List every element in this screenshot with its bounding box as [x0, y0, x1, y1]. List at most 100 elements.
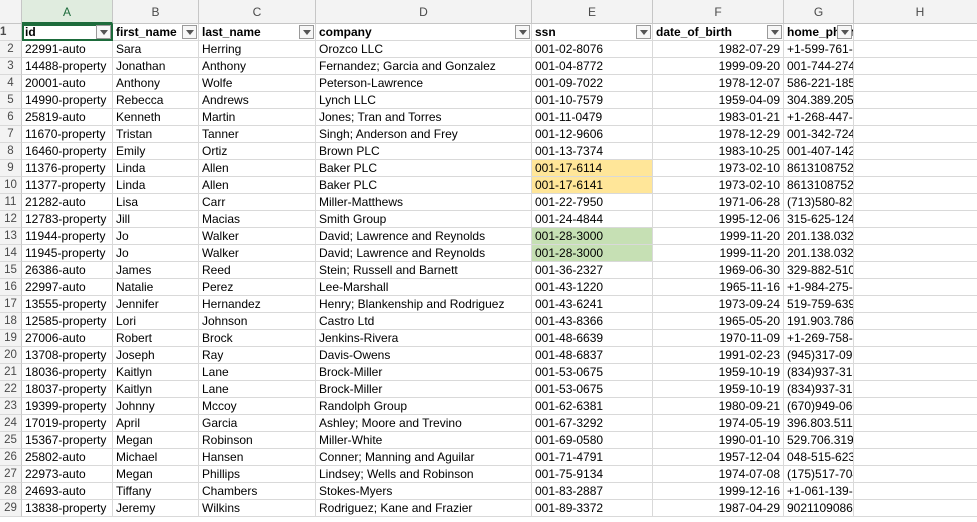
cell[interactable]: Mccoy: [199, 398, 316, 415]
cell[interactable]: [854, 92, 977, 109]
cell[interactable]: 11670-property: [22, 126, 113, 143]
row-number[interactable]: 25: [0, 432, 22, 449]
cell[interactable]: [854, 211, 977, 228]
cell[interactable]: [854, 381, 977, 398]
cell[interactable]: Ortiz: [199, 143, 316, 160]
cell[interactable]: Jeremy: [113, 500, 199, 517]
cell[interactable]: 001-53-0675: [532, 381, 653, 398]
cell[interactable]: 1980-09-21: [653, 398, 784, 415]
cell[interactable]: 396.803.5117x9786: [784, 415, 854, 432]
cell[interactable]: 1999-12-16: [653, 483, 784, 500]
cell[interactable]: 1978-12-29: [653, 126, 784, 143]
cell[interactable]: Davis-Owens: [316, 347, 532, 364]
cell[interactable]: Linda: [113, 160, 199, 177]
cell[interactable]: Ray: [199, 347, 316, 364]
cell[interactable]: 25802-auto: [22, 449, 113, 466]
cell[interactable]: 001-10-7579: [532, 92, 653, 109]
column-header-g[interactable]: G: [784, 0, 854, 24]
cell[interactable]: Wolfe: [199, 75, 316, 92]
cell[interactable]: [854, 398, 977, 415]
cell[interactable]: 26386-auto: [22, 262, 113, 279]
cell[interactable]: 15367-property: [22, 432, 113, 449]
cell[interactable]: 001-13-7374: [532, 143, 653, 160]
cell[interactable]: 001-43-8366: [532, 313, 653, 330]
cell[interactable]: [854, 483, 977, 500]
row-number[interactable]: 1: [0, 24, 22, 41]
cell[interactable]: [854, 347, 977, 364]
cell[interactable]: 315-625-1243x265: [784, 211, 854, 228]
cell[interactable]: 1957-12-04: [653, 449, 784, 466]
cell[interactable]: 14488-property: [22, 58, 113, 75]
row-number[interactable]: 17: [0, 296, 22, 313]
cell[interactable]: [854, 466, 977, 483]
select-all-corner[interactable]: [0, 0, 22, 24]
cell[interactable]: 11945-property: [22, 245, 113, 262]
cell[interactable]: [854, 296, 977, 313]
cell[interactable]: 001-17-6141: [532, 177, 653, 194]
cell[interactable]: 001-24-4844: [532, 211, 653, 228]
row-number[interactable]: 3: [0, 58, 22, 75]
row-number[interactable]: 10: [0, 177, 22, 194]
cell[interactable]: +1-984-275-0772x42737: [784, 279, 854, 296]
row-number[interactable]: 15: [0, 262, 22, 279]
filter-dropdown-icon[interactable]: [182, 25, 197, 39]
cell[interactable]: Ashley; Moore and Trevino: [316, 415, 532, 432]
cell[interactable]: 19399-property: [22, 398, 113, 415]
cell[interactable]: April: [113, 415, 199, 432]
cell[interactable]: Miller-Matthews: [316, 194, 532, 211]
cell[interactable]: 1959-10-19: [653, 364, 784, 381]
cell[interactable]: +1-599-761-8350x5433: [784, 41, 854, 58]
header-cell-company[interactable]: company: [316, 24, 532, 41]
cell[interactable]: [854, 126, 977, 143]
cell[interactable]: Conner; Manning and Aguilar: [316, 449, 532, 466]
cell[interactable]: 1987-04-29: [653, 500, 784, 517]
cell[interactable]: 304.389.2056x4872: [784, 92, 854, 109]
cell[interactable]: 586-221-1850: [784, 75, 854, 92]
cell[interactable]: David; Lawrence and Reynolds: [316, 245, 532, 262]
row-number[interactable]: 2: [0, 41, 22, 58]
cell[interactable]: 001-69-0580: [532, 432, 653, 449]
cell[interactable]: 519-759-6396x0779: [784, 296, 854, 313]
cell[interactable]: 001-407-142-5621x77743: [784, 143, 854, 160]
cell[interactable]: 1999-11-20: [653, 245, 784, 262]
cell[interactable]: Lynch LLC: [316, 92, 532, 109]
cell[interactable]: Garcia: [199, 415, 316, 432]
cell[interactable]: Jo: [113, 228, 199, 245]
cell[interactable]: Rodriguez; Kane and Frazier: [316, 500, 532, 517]
cell[interactable]: [854, 313, 977, 330]
cell[interactable]: 001-02-8076: [532, 41, 653, 58]
cell[interactable]: Brock: [199, 330, 316, 347]
header-cell-id[interactable]: id: [22, 24, 113, 41]
cell[interactable]: 1965-05-20: [653, 313, 784, 330]
cell[interactable]: [854, 160, 977, 177]
row-number[interactable]: 21: [0, 364, 22, 381]
cell[interactable]: 001-83-2887: [532, 483, 653, 500]
cell[interactable]: Jennifer: [113, 296, 199, 313]
cell[interactable]: (945)317-0978: [784, 347, 854, 364]
cell[interactable]: (175)517-7043x214: [784, 466, 854, 483]
cell[interactable]: Randolph Group: [316, 398, 532, 415]
cell[interactable]: Baker PLC: [316, 177, 532, 194]
cell[interactable]: 22973-auto: [22, 466, 113, 483]
cell[interactable]: Stein; Russell and Barnett: [316, 262, 532, 279]
cell[interactable]: [854, 449, 977, 466]
cell[interactable]: Smith Group: [316, 211, 532, 228]
cell[interactable]: Emily: [113, 143, 199, 160]
cell[interactable]: Stokes-Myers: [316, 483, 532, 500]
column-header-c[interactable]: C: [199, 0, 316, 24]
cell[interactable]: Phillips: [199, 466, 316, 483]
filter-dropdown-icon[interactable]: [299, 25, 314, 39]
cell[interactable]: 191.903.7869x7316: [784, 313, 854, 330]
header-cell-ssn[interactable]: ssn: [532, 24, 653, 41]
cell[interactable]: [854, 75, 977, 92]
cell[interactable]: Peterson-Lawrence: [316, 75, 532, 92]
cell[interactable]: Brown PLC: [316, 143, 532, 160]
cell[interactable]: [854, 41, 977, 58]
header-cell-empty[interactable]: [854, 24, 977, 41]
cell[interactable]: Natalie: [113, 279, 199, 296]
cell[interactable]: 25819-auto: [22, 109, 113, 126]
cell[interactable]: 001-43-6241: [532, 296, 653, 313]
cell[interactable]: 1973-02-10: [653, 177, 784, 194]
cell[interactable]: Johnny: [113, 398, 199, 415]
column-header-f[interactable]: F: [653, 0, 784, 24]
